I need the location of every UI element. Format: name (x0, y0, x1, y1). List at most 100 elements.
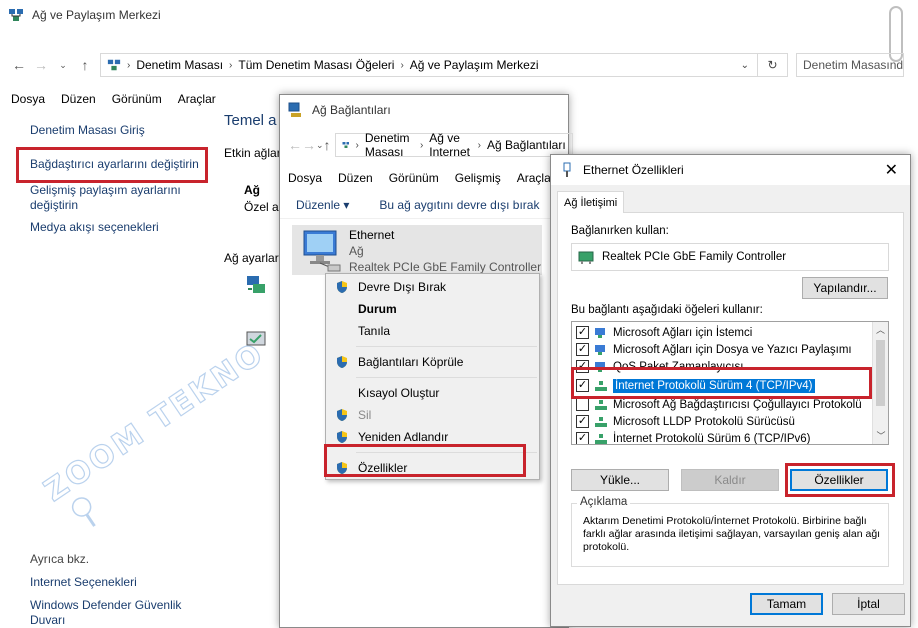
see-also-internet-options[interactable]: Internet Seçenekleri (30, 575, 137, 589)
install-button[interactable]: Yükle... (571, 469, 669, 491)
menu-view[interactable]: Görünüm (389, 171, 439, 185)
menu-advanced[interactable]: Gelişmiş (455, 171, 501, 185)
configure-button[interactable]: Yapılandır... (802, 277, 888, 299)
uac-shield-icon (337, 431, 347, 443)
breadcrumb-separator: › (419, 139, 424, 151)
main-address-bar[interactable]: › Denetim Masası › Tüm Denetim Masası Öğ… (100, 53, 758, 77)
cancel-label: İptal (857, 597, 880, 611)
scroll-thumb[interactable] (876, 340, 885, 406)
history-chevron-icon[interactable]: ⌄ (316, 140, 324, 151)
menu-view[interactable]: Görünüm (112, 92, 162, 106)
breadcrumb-network-center[interactable]: Ağ ve Paylaşım Merkezi (410, 58, 539, 72)
breadcrumb-separator: › (477, 139, 481, 151)
organize-label: Düzenle (296, 197, 341, 212)
breadcrumb-separator: › (229, 59, 233, 71)
connections-titlebar: Ağ Bağlantıları (280, 95, 568, 125)
sidebar-item-media-streaming[interactable]: Medya akışı seçenekleri (30, 220, 159, 234)
search-placeholder: Denetim Masasınd (803, 58, 903, 72)
ethernet-adapter-item[interactable]: Ethernet Ağ Realtek PCIe GbE Family Cont… (292, 225, 542, 275)
page-title: Temel a (224, 112, 277, 129)
adapter-settings-highlight (16, 147, 208, 183)
tab-label: Ağ İletişimi (564, 196, 618, 209)
sidebar-item-home[interactable]: Denetim Masası Giriş (30, 123, 145, 137)
menu-item-bridge[interactable]: Bağlantıları Köprüle (326, 351, 539, 373)
menu-item-status[interactable]: Durum (326, 298, 539, 320)
breadcrumb-control-panel[interactable]: Denetim Masası (136, 58, 223, 72)
tab-networking[interactable]: Ağ İletişimi (557, 191, 625, 213)
network-name: Ağ (244, 183, 260, 197)
checkbox-checked[interactable]: ✓ (576, 432, 589, 444)
menu-edit[interactable]: Düzen (338, 171, 373, 185)
connections-navbar: ← → ⌄ ↑ › Denetim Masası › Ağ ve Interne… (280, 129, 573, 161)
checkbox-checked[interactable]: ✓ (576, 326, 589, 339)
menu-file[interactable]: Dosya (11, 92, 45, 106)
close-icon[interactable]: ✕ (885, 160, 898, 180)
network-connections-icon (288, 102, 301, 117)
history-chevron-icon[interactable]: ⌄ (52, 60, 74, 71)
connections-title: Ağ Bağlantıları (312, 103, 391, 117)
menu-file[interactable]: Dosya (288, 171, 322, 185)
checkbox-checked[interactable]: ✓ (576, 343, 589, 356)
menu-edit[interactable]: Düzen (61, 92, 96, 106)
uac-shield-icon (337, 356, 347, 368)
checkbox-checked[interactable]: ✓ (576, 415, 589, 428)
back-arrow-icon[interactable]: ← (8, 57, 30, 73)
list-scrollbar[interactable]: ︿ ﹀ (872, 322, 888, 444)
troubleshoot-icon[interactable] (245, 330, 267, 350)
forward-arrow-icon[interactable]: → (302, 137, 316, 153)
list-item-ms-client[interactable]: ✓ Microsoft Ağları için İstemci (572, 324, 888, 341)
list-item-file-printer-sharing[interactable]: ✓ Microsoft Ağları için Dosya ve Yazıcı … (572, 341, 888, 358)
network-settings-label: Ağ ayarları (224, 251, 283, 265)
uninstall-button[interactable]: Kaldır (681, 469, 779, 491)
connect-using-label: Bağlanırken kullan: (571, 225, 669, 237)
scroll-down-icon[interactable]: ﹀ (873, 428, 888, 444)
menu-item-label: Bağlantıları Köprüle (358, 355, 464, 369)
refresh-button[interactable]: ↻ (758, 53, 788, 77)
menu-item-delete[interactable]: Sil (326, 404, 539, 426)
sidebar-item-advanced-sharing[interactable]: Gelişmiş paylaşım ayarlarını değiştirin (30, 183, 195, 213)
menu-item-label: Devre Dışı Bırak (358, 280, 447, 294)
scroll-up-icon[interactable]: ︿ (873, 322, 888, 338)
menu-item-label: Durum (358, 302, 397, 316)
breadcrumb-control-panel[interactable]: Denetim Masası (365, 131, 414, 159)
breadcrumb-network-connections[interactable]: Ağ Bağlantıları (487, 138, 566, 152)
checkbox-unchecked[interactable] (576, 398, 589, 411)
new-connection-icon[interactable] (245, 273, 267, 295)
menu-item-diagnose[interactable]: Tanıla (326, 320, 539, 342)
see-also-title: Ayrıca bkz. (30, 552, 90, 566)
menu-item-disable[interactable]: Devre Dışı Bırak (326, 276, 539, 298)
dialog-titlebar: Ethernet Özellikleri ✕ (551, 155, 910, 185)
list-item-label: Microsoft Ağları için Dosya ve Yazıcı Pa… (613, 343, 852, 356)
forward-arrow-icon[interactable]: → (30, 57, 52, 73)
address-dropdown-icon[interactable]: ⌄ (741, 60, 749, 71)
menu-item-create-shortcut[interactable]: Kısayol Oluştur (326, 382, 539, 404)
up-arrow-icon[interactable]: ↑ (74, 57, 96, 73)
network-type: Özel a (244, 200, 279, 214)
back-arrow-icon[interactable]: ← (288, 137, 302, 153)
menu-tools[interactable]: Araçlar (178, 92, 216, 106)
list-item-lldp[interactable]: ✓ Microsoft LLDP Protokolü Sürücüsü (572, 413, 888, 430)
up-arrow-icon[interactable]: ↑ (324, 137, 331, 153)
menu-tools[interactable]: Araçla (517, 171, 551, 185)
list-item-label: İnternet Protokolü Sürüm 6 (TCP/IPv6) (613, 432, 811, 445)
ok-label: Tamam (766, 597, 807, 611)
main-titlebar: Ağ ve Paylaşım Merkezi (0, 0, 918, 30)
menu-separator (356, 346, 537, 347)
network-card-icon (578, 251, 594, 264)
connections-address-bar[interactable]: › Denetim Masası › Ağ ve Internet › Ağ B… (334, 131, 573, 159)
ok-button[interactable]: Tamam (750, 593, 823, 615)
menu-separator (356, 377, 537, 378)
see-also-firewall[interactable]: Windows Defender Güvenlik Duvarı (30, 598, 190, 628)
breadcrumb-all-items[interactable]: Tüm Denetim Masası Öğeleri (238, 58, 394, 72)
disable-device-button[interactable]: Bu ağ aygıtını devre dışı bırak (379, 198, 539, 212)
adapter-device: Realtek PCIe GbE Family Controller (349, 260, 542, 274)
cancel-button[interactable]: İptal (832, 593, 905, 615)
search-input[interactable]: Denetim Masasınd (796, 53, 904, 77)
list-item-ipv6[interactable]: ✓ İnternet Protokolü Sürüm 6 (TCP/IPv6) (572, 430, 888, 445)
breadcrumb-separator: › (400, 59, 404, 71)
breadcrumb-network-internet[interactable]: Ağ ve Internet (429, 131, 471, 159)
items-label: Bu bağlantı aşağıdaki öğeleri kullanır: (571, 304, 763, 316)
list-item-label: Microsoft LLDP Protokolü Sürücüsü (613, 415, 795, 428)
breadcrumb-separator: › (127, 59, 131, 71)
organize-menu[interactable]: Düzenle ▾ (296, 198, 349, 212)
